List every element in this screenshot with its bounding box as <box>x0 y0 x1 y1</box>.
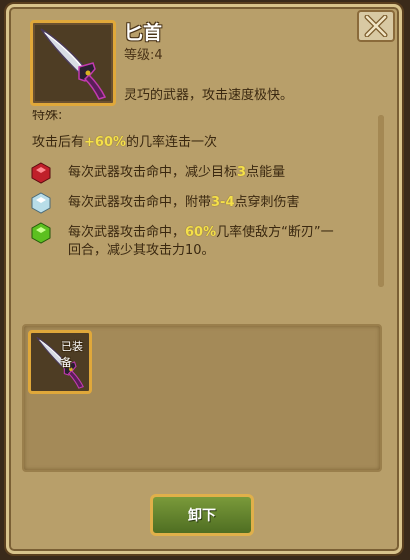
equipped-badge: 已装备 <box>61 340 83 369</box>
effect-row-3: 每次武器攻击命中，60%几率使敌方“断刃”一 回合，减少其攻击力10。 <box>68 225 334 258</box>
close-icon <box>364 15 388 37</box>
scrollbar[interactable] <box>378 115 384 287</box>
item-name: 匕首 <box>124 22 163 44</box>
white-gem-icon <box>31 192 51 214</box>
special-effects-scroll-area[interactable]: 特殊: 攻击后有+60%的几率连击一次 每次武器攻击命中，减少目标3点能量 每次… <box>18 108 374 288</box>
item-level: 等级:4 <box>124 48 163 63</box>
item-icon-slot <box>30 20 116 106</box>
combo-chance: +60% <box>84 135 127 150</box>
unequip-button[interactable]: 卸下 <box>150 494 254 536</box>
effect-row-1: 每次武器攻击命中，减少目标3点能量 <box>68 165 286 180</box>
equipped-items-panel: 已装备 <box>22 324 382 472</box>
scrollbar-thumb[interactable] <box>378 115 384 287</box>
effect-row-2: 每次武器攻击命中，附带3-4点穿刺伤害 <box>68 195 300 210</box>
dagger-icon <box>40 28 107 100</box>
green-gem-icon <box>31 222 51 244</box>
red-gem-icon <box>31 162 51 184</box>
item-description: 灵巧的武器，攻击速度极快。 <box>124 88 294 103</box>
special-label: 特殊: <box>32 108 63 123</box>
combo-line: 攻击后有+60%的几率连击一次 <box>32 135 218 150</box>
equipped-item-slot[interactable]: 已装备 <box>28 330 92 394</box>
close-button[interactable] <box>357 10 395 42</box>
